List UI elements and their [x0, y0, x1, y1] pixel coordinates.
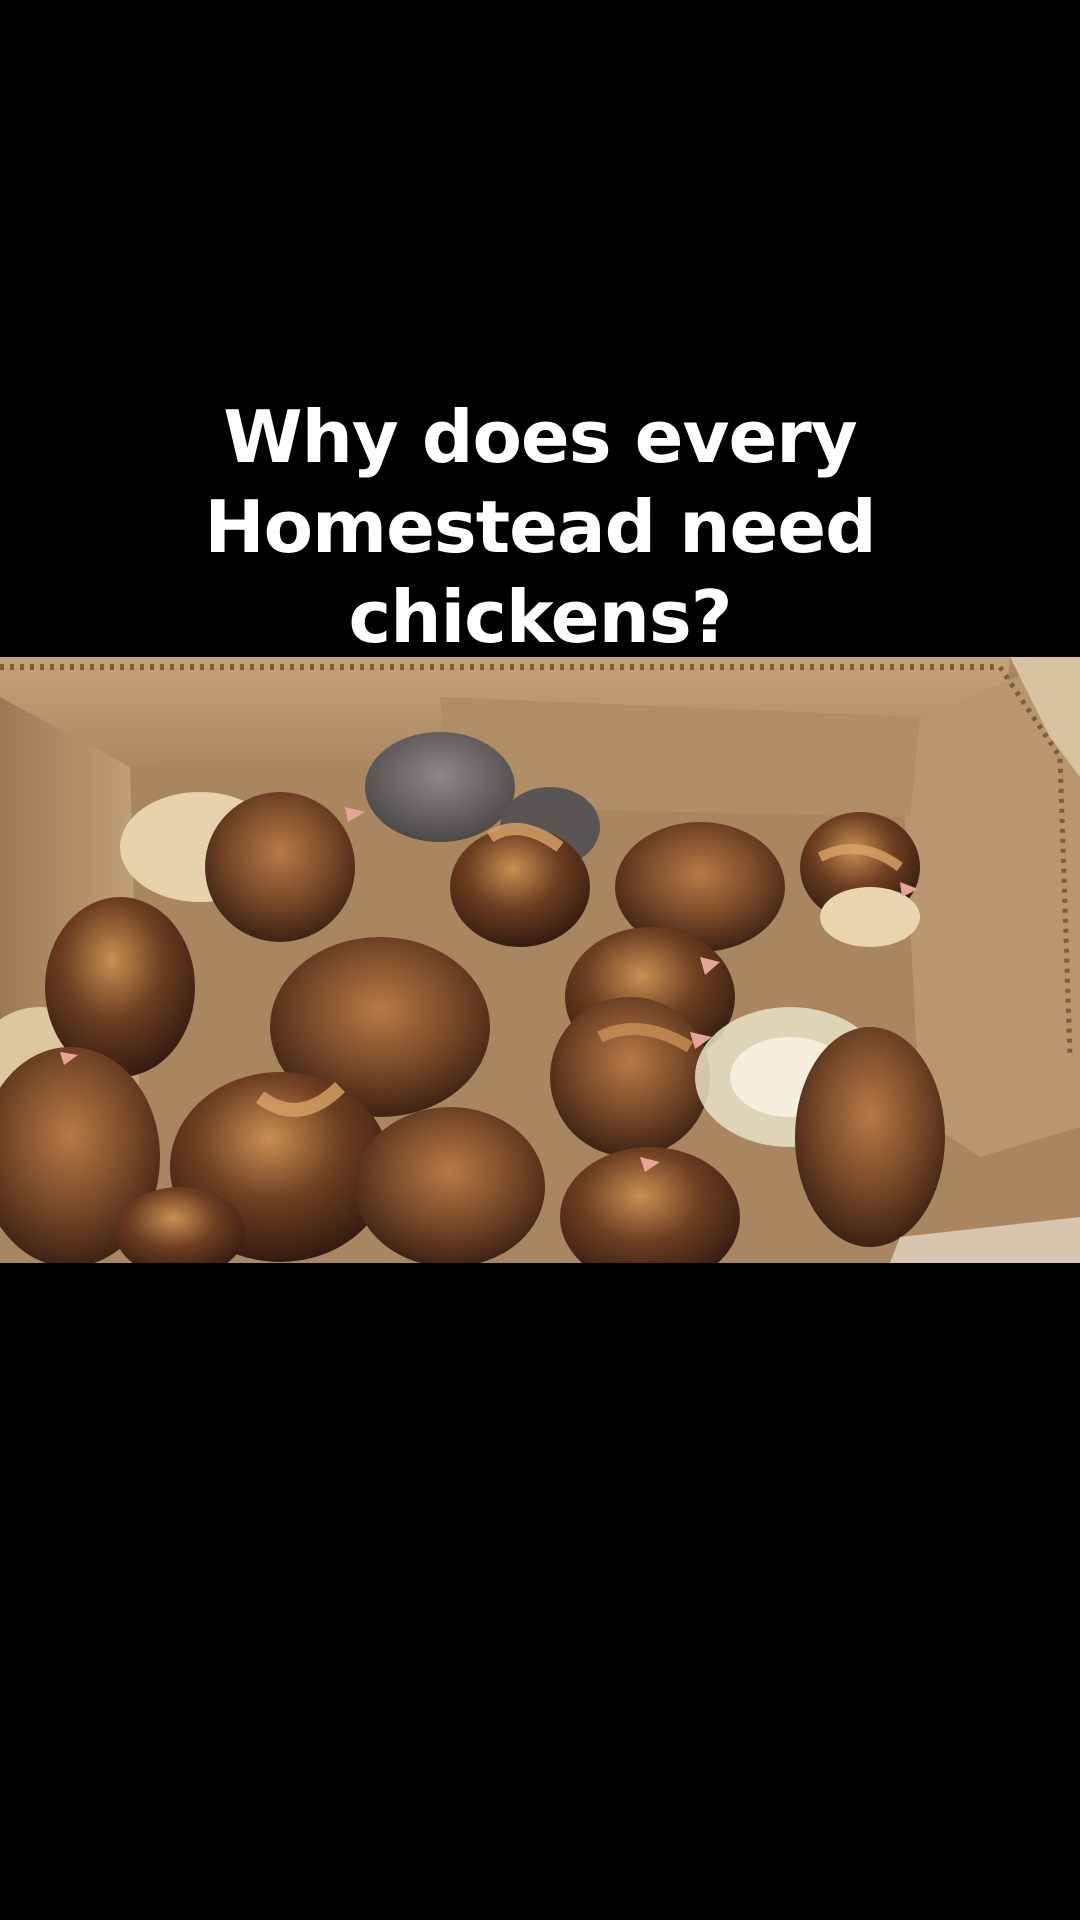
- caption-line-3: chickens?: [348, 575, 733, 659]
- video-frame: Why does every Homestead need chickens?: [0, 0, 1080, 1920]
- caption-text: Why does every Homestead need chickens?: [0, 392, 1080, 662]
- caption-line-1: Why does every: [223, 395, 857, 479]
- chicks-photo: [0, 657, 1080, 1263]
- caption-line-2: Homestead need: [204, 485, 876, 569]
- chicks-photo-illustration: [0, 657, 1080, 1263]
